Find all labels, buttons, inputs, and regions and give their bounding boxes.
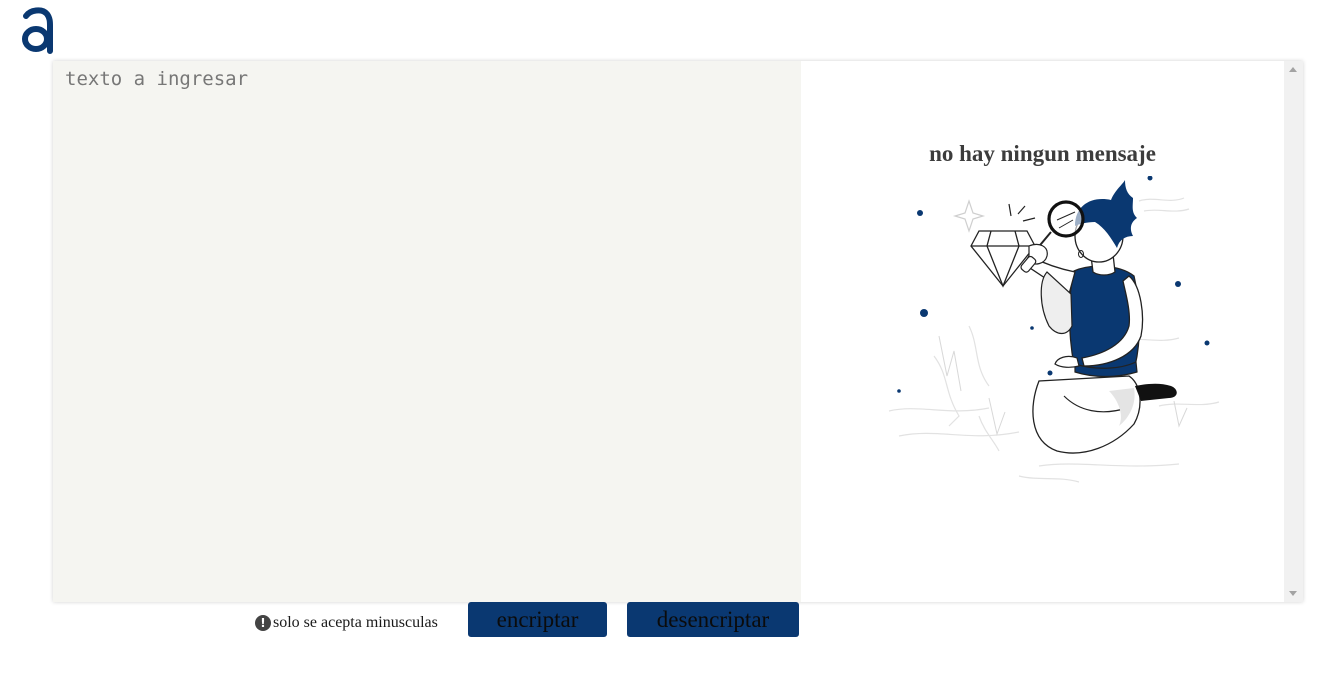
warning-text: solo se acepta minusculas <box>273 614 438 631</box>
vertical-scrollbar[interactable] <box>1284 61 1303 602</box>
scroll-up-arrow-icon[interactable] <box>1289 67 1297 72</box>
decrypt-button[interactable]: desencriptar <box>627 602 799 637</box>
main-panel: no hay ningun mensaje <box>53 61 1303 602</box>
empty-message-illustration <box>888 176 1220 483</box>
encrypt-button[interactable]: encriptar <box>468 602 607 637</box>
output-title: no hay ningun mensaje <box>929 141 1156 166</box>
text-input[interactable] <box>53 61 801 602</box>
exclamation-circle-icon: ! <box>255 615 271 631</box>
lowercase-warning: ! solo se acepta minusculas <box>255 612 438 634</box>
output-panel: no hay ningun mensaje <box>801 61 1284 602</box>
alura-logo-icon <box>22 7 53 54</box>
scroll-down-arrow-icon[interactable] <box>1289 591 1297 596</box>
